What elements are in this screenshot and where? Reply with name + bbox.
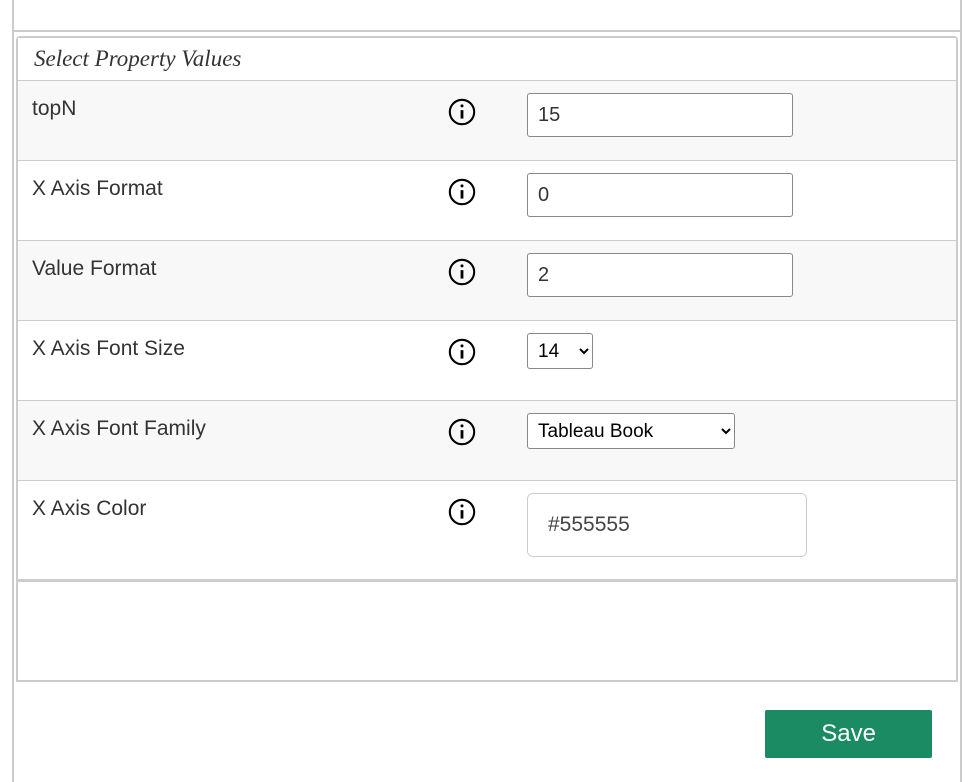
control-col: 14 [527,333,942,369]
label-topN: topN [32,93,447,121]
label-xAxisFontFamily: X Axis Font Family [32,413,447,441]
input-topN[interactable] [527,93,793,137]
input-xAxisFormat[interactable] [527,173,793,217]
control-col [527,173,942,217]
section-title: Select Property Values [18,38,956,81]
info-col [447,253,527,287]
input-xAxisColor[interactable] [528,494,807,556]
save-button[interactable]: Save [765,710,932,758]
info-col [447,493,527,527]
select-xAxisFontFamily[interactable]: Tableau Book [527,413,735,449]
control-col [527,493,942,557]
label-xAxisFormat: X Axis Format [32,173,447,201]
info-icon[interactable] [447,417,477,447]
info-icon[interactable] [447,497,477,527]
info-col [447,413,527,447]
info-icon[interactable] [447,257,477,287]
control-col: Tableau Book [527,413,942,449]
row-xAxisFontFamily: X Axis Font Family Tableau Book [18,401,956,481]
info-col [447,173,527,207]
control-col [527,253,942,297]
blank-area [16,582,958,682]
property-values-section: Select Property Values topN X Axis Forma… [16,36,958,582]
footer: Save [14,682,960,758]
input-valueFormat[interactable] [527,253,793,297]
top-spacer [14,0,960,32]
color-input-group [527,493,807,557]
select-xAxisFontSize[interactable]: 14 [527,333,593,369]
info-col [447,333,527,367]
label-xAxisFontSize: X Axis Font Size [32,333,447,361]
label-xAxisColor: X Axis Color [32,493,447,521]
row-topN: topN [18,81,956,161]
control-col [527,93,942,137]
row-valueFormat: Value Format [18,241,956,321]
info-icon[interactable] [447,337,477,367]
row-xAxisFormat: X Axis Format [18,161,956,241]
row-xAxisFontSize: X Axis Font Size 14 [18,321,956,401]
property-panel: Select Property Values topN X Axis Forma… [12,0,962,782]
info-icon[interactable] [447,97,477,127]
info-icon[interactable] [447,177,477,207]
row-xAxisColor: X Axis Color [18,481,956,580]
label-valueFormat: Value Format [32,253,447,281]
info-col [447,93,527,127]
